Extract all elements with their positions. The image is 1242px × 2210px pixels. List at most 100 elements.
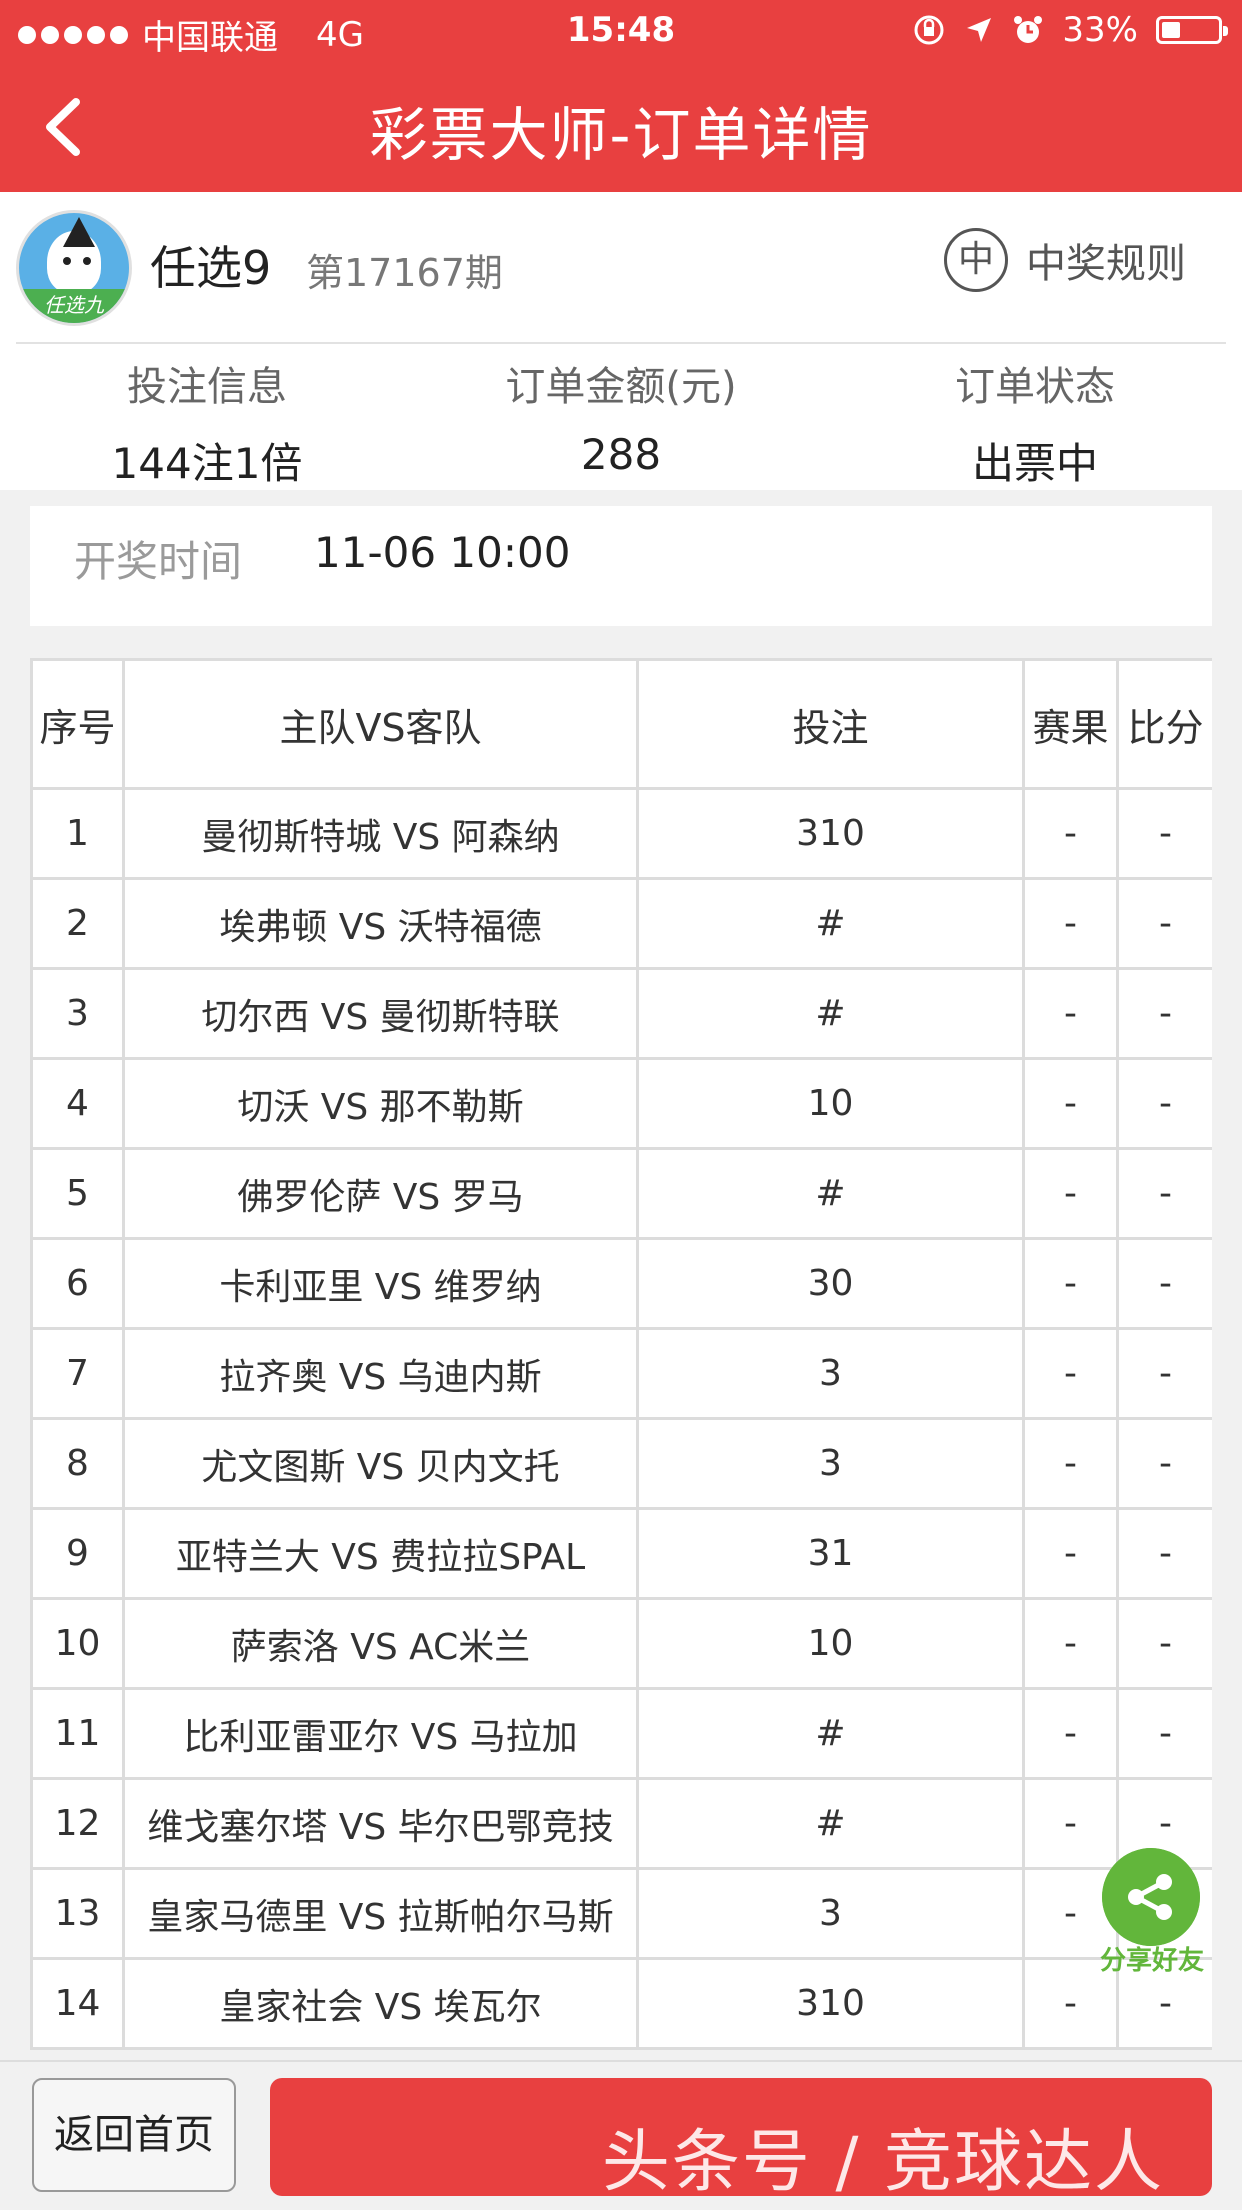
bet-selection: 10 <box>636 1597 1025 1690</box>
home-button[interactable]: 返回首页 <box>32 2078 236 2192</box>
table-row: 6 卡利亚里 VS 维罗纳 30- - <box>30 1237 1212 1330</box>
match-teams: 尤文图斯 VS 贝内文托 <box>122 1417 639 1510</box>
match-teams: 亚特兰大 VS 费拉拉SPAL <box>122 1507 639 1600</box>
table-row: 3 切尔西 VS 曼彻斯特联 # - - <box>30 967 1212 1060</box>
col-header-bet: 投注 <box>636 658 1025 790</box>
battery-percent: 33% <box>1062 10 1138 50</box>
match-result: - <box>1022 1417 1119 1510</box>
bet-selection: # <box>636 1777 1025 1870</box>
row-index: 7 <box>30 1327 125 1420</box>
col-header-index: 序号 <box>30 658 125 790</box>
match-score: - <box>1116 1057 1212 1150</box>
rules-link[interactable]: 中 中奖规则 <box>944 228 1186 292</box>
row-index: 5 <box>30 1147 125 1240</box>
match-teams: 萨索洛 VS AC米兰 <box>122 1597 639 1690</box>
match-result: - <box>1022 1777 1119 1870</box>
issue-number: 第17167期 <box>306 251 503 295</box>
rules-icon: 中 <box>944 228 1008 292</box>
row-index: 13 <box>30 1867 125 1960</box>
match-teams: 卡利亚里 VS 维罗纳 <box>122 1237 639 1330</box>
order-amount-value: 288 <box>580 430 662 479</box>
match-result: - <box>1022 967 1119 1060</box>
bet-selection: 3 <box>636 1867 1025 1960</box>
lottery-logo: 任选九 <box>16 210 132 326</box>
match-table: 序号 主队VS客队 投注 赛果 比分 1 曼彻斯特城 VS 阿森纳 310- -2 埃弗… <box>30 658 1212 2050</box>
row-index: 4 <box>30 1057 125 1150</box>
row-index: 3 <box>30 967 125 1060</box>
match-teams: 皇家马德里 VS 拉斯帕尔马斯 <box>122 1867 639 1960</box>
divider <box>16 342 1226 344</box>
match-result: - <box>1022 1237 1119 1330</box>
match-score: - <box>1116 1147 1212 1240</box>
table-header-row: 序号 主队VS客队 投注 赛果 比分 <box>30 658 1212 790</box>
order-status: 订单状态 出票中 <box>828 354 1242 491</box>
table-row: 4 切沃 VS 那不勒斯 10- - <box>30 1057 1212 1150</box>
bet-info: 投注信息 144注1倍 <box>0 354 414 491</box>
match-result: - <box>1022 1327 1119 1420</box>
table-row: 13皇家马德里 VS 拉斯帕尔马斯3-- <box>30 1867 1212 1960</box>
match-score: - <box>1116 1687 1212 1780</box>
draw-time-value: 11-06 10:00 <box>314 528 571 577</box>
table-row: 14 皇家社会 VS 埃瓦尔 310- - <box>30 1957 1212 2050</box>
table-row: 7 拉齐奥 VS 乌迪内斯 3- - <box>30 1327 1212 1420</box>
bet-selection: 10 <box>636 1057 1025 1150</box>
col-header-score: 比分 <box>1116 658 1212 790</box>
share-button[interactable] <box>1102 1848 1200 1946</box>
match-score: - <box>1116 877 1212 970</box>
row-index: 10 <box>30 1597 125 1690</box>
match-score: - <box>1116 1597 1212 1690</box>
match-teams: 切尔西 VS 曼彻斯特联 <box>122 967 639 1060</box>
table-row: 11 比利亚雷亚尔 VS 马拉加 # - - <box>30 1687 1212 1780</box>
row-index: 1 <box>30 787 125 880</box>
table-row: 10 萨索洛 VS AC米兰 10- - <box>30 1597 1212 1690</box>
row-index: 14 <box>30 1957 125 2050</box>
row-index: 11 <box>30 1687 125 1780</box>
match-score: - <box>1116 787 1212 880</box>
bet-selection: # <box>636 877 1025 970</box>
nav-bar: 彩票大师-订单详情 <box>0 62 1242 192</box>
table-row: 12 维戈塞尔塔 VS 毕尔巴鄂竞技 # - - <box>30 1777 1212 1870</box>
bet-selection: # <box>636 1147 1025 1240</box>
match-teams: 比利亚雷亚尔 VS 马拉加 <box>122 1687 639 1780</box>
draw-time-label: 开奖时间 <box>74 537 243 586</box>
table-row: 2 埃弗顿 VS 沃特福德 # - - <box>30 877 1212 970</box>
bet-selection: 310 <box>636 787 1025 880</box>
order-status-value: 出票中 <box>971 439 1098 488</box>
battery-icon <box>1156 16 1228 44</box>
order-info-card: 任选九 任选9 第17167期 中 中奖规则 投注信息 144注1倍 订单金额(… <box>0 192 1242 490</box>
match-teams: 维戈塞尔塔 VS 毕尔巴鄂竞技 <box>122 1777 639 1870</box>
match-result: - <box>1022 787 1119 880</box>
match-table-container[interactable]: 序号 主队VS客队 投注 赛果 比分 1 曼彻斯特城 VS 阿森纳 310- -2 埃弗… <box>30 658 1212 2050</box>
page-title: 彩票大师-订单详情 <box>369 101 873 169</box>
logo-label: 任选九 <box>19 289 129 323</box>
bet-selection: 30 <box>636 1237 1025 1330</box>
battery-level-fill <box>1162 22 1180 38</box>
match-result: - <box>1022 1057 1119 1150</box>
row-index: 2 <box>30 877 125 970</box>
share-label[interactable]: 分享好友 <box>1090 1940 1214 1977</box>
watermark-text: 头条号 / 竞球达人 <box>601 2123 1164 2202</box>
table-row: 8 尤文图斯 VS 贝内文托 3- - <box>30 1417 1212 1510</box>
match-score: - <box>1116 1507 1212 1600</box>
rotation-lock-icon <box>914 15 944 45</box>
row-index: 8 <box>30 1417 125 1510</box>
table-row: 9 亚特兰大 VS 费拉拉SPAL 31- - <box>30 1507 1212 1600</box>
match-result: - <box>1022 877 1119 970</box>
match-result: - <box>1022 1507 1119 1600</box>
bet-selection: 310 <box>636 1957 1025 2050</box>
bet-info-value: 144注1倍 <box>111 439 303 488</box>
col-header-result: 赛果 <box>1022 658 1119 790</box>
match-teams: 皇家社会 VS 埃瓦尔 <box>122 1957 639 2050</box>
col-header-teams: 主队VS客队 <box>122 658 639 790</box>
match-teams: 佛罗伦萨 VS 罗马 <box>122 1147 639 1240</box>
match-score: - <box>1116 1237 1212 1330</box>
primary-action-button[interactable]: 头条号 / 竞球达人 <box>270 2078 1212 2202</box>
bet-selection: 31 <box>636 1507 1025 1600</box>
bet-selection: 3 <box>636 1417 1025 1510</box>
match-teams: 拉齐奥 VS 乌迪内斯 <box>122 1327 639 1420</box>
alarm-clock-icon <box>1014 16 1043 43</box>
bet-selection: 3 <box>636 1327 1025 1420</box>
row-index: 12 <box>30 1777 125 1870</box>
row-index: 9 <box>30 1507 125 1600</box>
bottom-bar: 返回首页 头条号 / 竞球达人 <box>0 2060 1242 2210</box>
